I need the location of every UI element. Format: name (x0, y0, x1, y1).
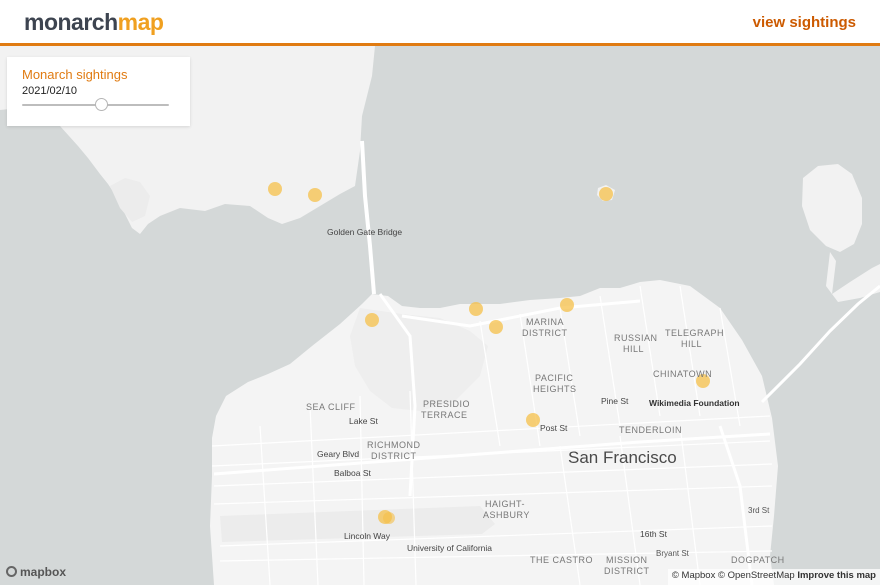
label-univ-california: University of California (407, 543, 493, 553)
label-chinatown: CHINATOWN (653, 369, 713, 379)
sighting-marker[interactable] (268, 182, 282, 196)
treasure-island (802, 164, 862, 252)
label-russian-2: HILL (623, 344, 645, 354)
label-san-francisco: San Francisco (568, 448, 677, 467)
view-sightings-link[interactable]: view sightings (753, 14, 856, 31)
label-balboa-st: Balboa St (334, 468, 371, 478)
app-header: monarchmap view sightings (0, 0, 880, 46)
map-attribution: © Mapbox © OpenStreetMap Improve this ma… (667, 569, 880, 585)
label-pacific-2: HEIGHTS (533, 384, 577, 394)
mapbox-logo-text: mapbox (20, 565, 67, 579)
sightings-panel: Monarch sightings 2021/02/10 (7, 57, 190, 126)
label-tenderloin: TENDERLOIN (619, 425, 683, 435)
logo-text-monarch: monarch (24, 9, 118, 35)
sighting-marker[interactable] (599, 187, 613, 201)
attr-improve-link[interactable]: Improve this map (797, 570, 876, 581)
label-haight-2: ASHBURY (483, 510, 530, 520)
label-lake-st: Lake St (349, 416, 378, 426)
bay-bridge-road (760, 284, 880, 404)
panel-date: 2021/02/10 (22, 85, 78, 97)
label-marina-1: MARINA (526, 317, 565, 327)
label-marina-2: DISTRICT (522, 328, 568, 338)
label-mission-2: DISTRICT (604, 566, 650, 576)
label-wikimedia: Wikimedia Foundation (649, 398, 740, 408)
label-bryant-st: Bryant St (656, 549, 689, 558)
map-canvas[interactable]: Golden Gate Bridge MARINA DISTRICT RUSSI… (0, 46, 880, 585)
sighting-marker[interactable] (469, 302, 483, 316)
label-pacific-1: PACIFIC (535, 373, 574, 383)
sighting-marker[interactable] (526, 413, 540, 427)
golden-gate-bridge-road (360, 140, 376, 295)
label-presidio-1: PRESIDIO (423, 399, 471, 409)
mapbox-logo-icon (6, 566, 17, 577)
label-dogpatch: DOGPATCH (731, 555, 785, 565)
label-russian-1: RUSSIAN (614, 333, 658, 343)
label-telegraph-1: TELEGRAPH (665, 328, 725, 338)
mapbox-logo[interactable]: mapbox (6, 565, 66, 579)
label-geary-blvd: Geary Blvd (317, 449, 360, 459)
sighting-marker[interactable] (308, 188, 322, 202)
label-lincoln-way: Lincoln Way (344, 531, 390, 541)
sighting-marker[interactable] (560, 298, 574, 312)
label-haight-1: HAIGHT- (485, 499, 526, 509)
label-the-castro: THE CASTRO (530, 555, 594, 565)
label-3rd-st: 3rd St (748, 506, 770, 515)
label-sea-cliff: SEA CLIFF (306, 402, 356, 412)
app-logo[interactable]: monarchmap (24, 9, 164, 36)
label-telegraph-2: HILL (681, 339, 703, 349)
label-golden-gate-bridge: Golden Gate Bridge (327, 227, 403, 237)
panel-title: Monarch sightings (22, 67, 128, 82)
sighting-marker[interactable] (489, 320, 503, 334)
label-mission-1: MISSION (606, 555, 648, 565)
attr-mapbox-link[interactable]: © Mapbox (672, 570, 715, 581)
label-post-st: Post St (540, 423, 568, 433)
sighting-marker[interactable] (365, 313, 379, 327)
attr-osm-link[interactable]: © OpenStreetMap (718, 570, 795, 581)
label-richmond-1: RICHMOND (367, 440, 421, 450)
map-base-layer (0, 46, 880, 585)
label-pine-st: Pine St (601, 396, 629, 406)
label-richmond-2: DISTRICT (371, 451, 417, 461)
sighting-marker[interactable] (383, 512, 395, 524)
label-16th-st: 16th St (640, 529, 667, 539)
label-presidio-2: TERRACE (421, 410, 468, 420)
date-slider-thumb[interactable] (94, 98, 108, 111)
logo-text-map: map (117, 9, 164, 35)
